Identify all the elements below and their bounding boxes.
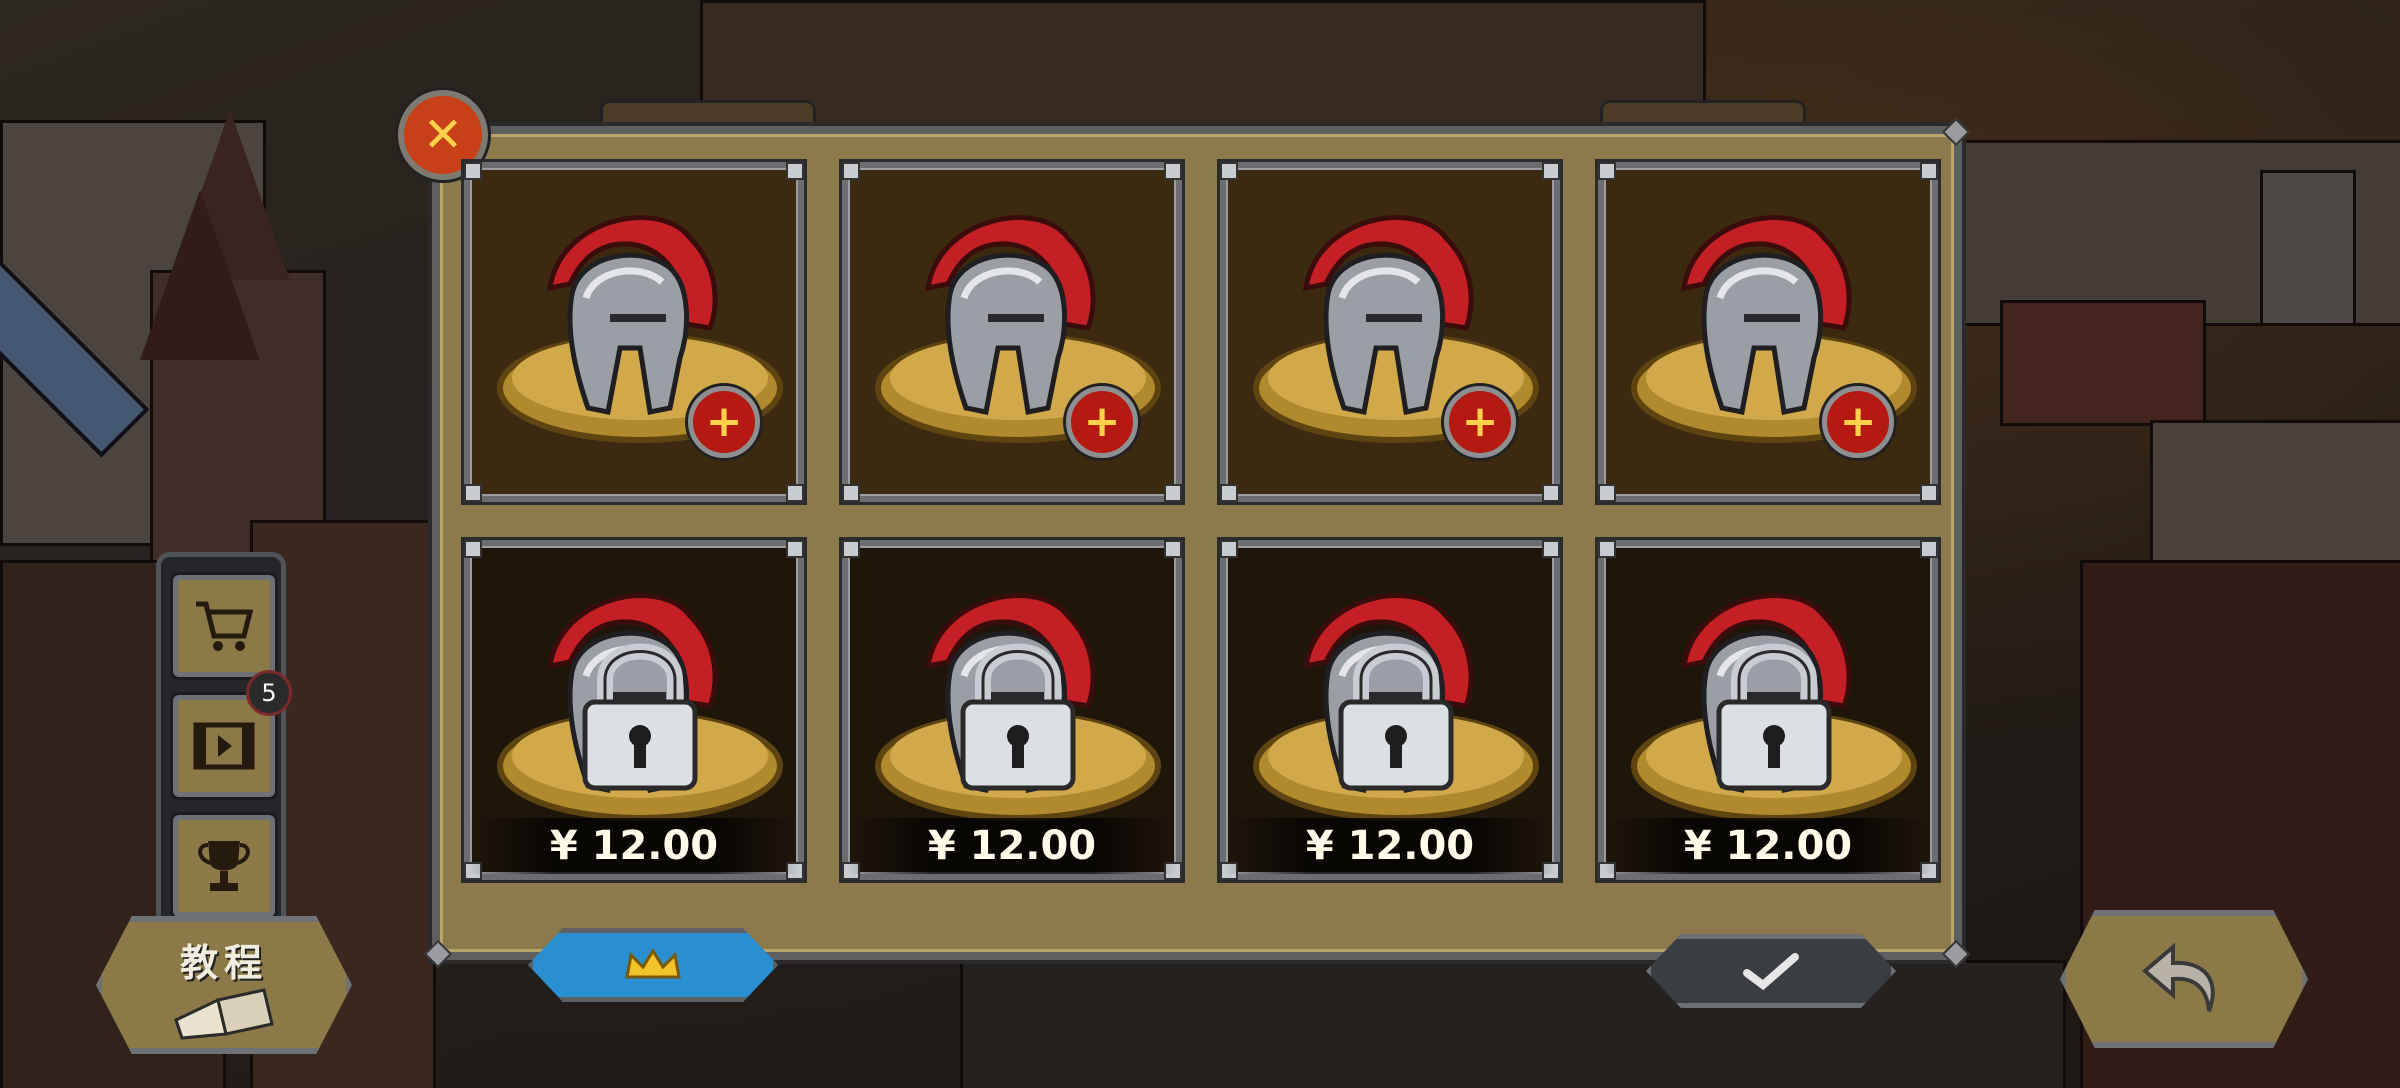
price-label: ¥ 12.00: [848, 818, 1176, 874]
price-label: ¥ 12.00: [1226, 818, 1554, 874]
shop-button[interactable]: [173, 575, 275, 677]
book-icon: [174, 988, 274, 1040]
locked-equipment-slot[interactable]: ¥ 12.00: [1220, 540, 1560, 880]
locked-equipment-slot[interactable]: ¥ 12.00: [464, 540, 804, 880]
side-menu: [156, 552, 286, 934]
plus-icon[interactable]: +: [688, 386, 760, 458]
plus-icon[interactable]: +: [1066, 386, 1138, 458]
equipment-slot[interactable]: +: [842, 162, 1182, 502]
checkmark-icon: [1743, 953, 1799, 991]
equipment-slot[interactable]: +: [464, 162, 804, 502]
crown-icon: [625, 948, 681, 979]
price-label: ¥ 12.00: [1604, 818, 1932, 874]
padlock-icon: [960, 643, 1076, 791]
tutorial-button[interactable]: 教程: [96, 916, 352, 1054]
hidden-tab-right: [1600, 100, 1806, 129]
locked-equipment-slot[interactable]: ¥ 12.00: [1598, 540, 1938, 880]
achievements-button[interactable]: [173, 815, 275, 917]
trophy-icon: [198, 841, 250, 891]
padlock-icon: [1338, 643, 1454, 791]
plus-icon[interactable]: +: [1444, 386, 1516, 458]
locked-equipment-slot[interactable]: ¥ 12.00: [842, 540, 1182, 880]
back-arrow-icon: [2141, 942, 2215, 1012]
back-button[interactable]: [2060, 910, 2308, 1048]
video-film-icon: [193, 722, 255, 770]
equipment-slot[interactable]: +: [1598, 162, 1938, 502]
shopping-cart-icon: [196, 601, 254, 651]
crown-button[interactable]: [528, 928, 778, 1002]
video-count-badge: 5: [246, 670, 292, 716]
close-x-icon: ✕: [422, 107, 464, 163]
tutorial-label: 教程: [179, 941, 268, 985]
hidden-tab-left: [600, 100, 816, 129]
confirm-button[interactable]: [1646, 934, 1896, 1008]
plus-icon[interactable]: +: [1822, 386, 1894, 458]
price-label: ¥ 12.00: [470, 818, 798, 874]
padlock-icon: [582, 643, 698, 791]
equipment-slot[interactable]: +: [1220, 162, 1560, 502]
padlock-icon: [1716, 643, 1832, 791]
